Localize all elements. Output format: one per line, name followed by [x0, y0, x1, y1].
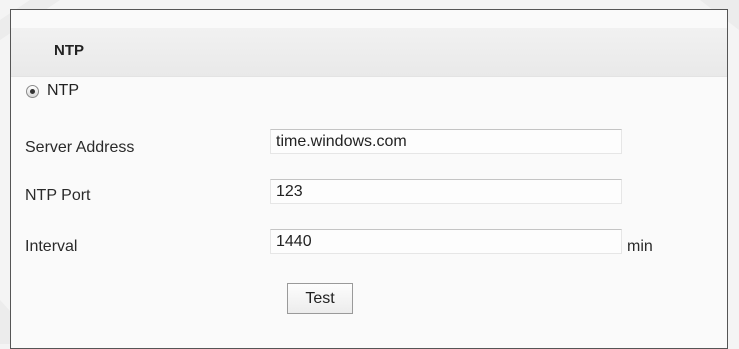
ntp-port-label: NTP Port: [25, 187, 91, 204]
interval-label: Interval: [25, 238, 78, 255]
interval-input[interactable]: 1440: [270, 229, 622, 254]
radio-selected-icon[interactable]: [26, 84, 39, 98]
ntp-port-input[interactable]: 123: [270, 179, 622, 204]
ntp-radio-label: NTP: [47, 82, 79, 99]
section-header: NTP: [11, 28, 727, 77]
test-button[interactable]: Test: [287, 283, 353, 314]
section-title: NTP: [54, 42, 84, 59]
server-address-input[interactable]: time.windows.com: [270, 129, 622, 154]
ntp-radio-option[interactable]: NTP: [26, 82, 79, 100]
server-address-label: Server Address: [25, 139, 135, 156]
interval-unit: min: [627, 238, 653, 255]
